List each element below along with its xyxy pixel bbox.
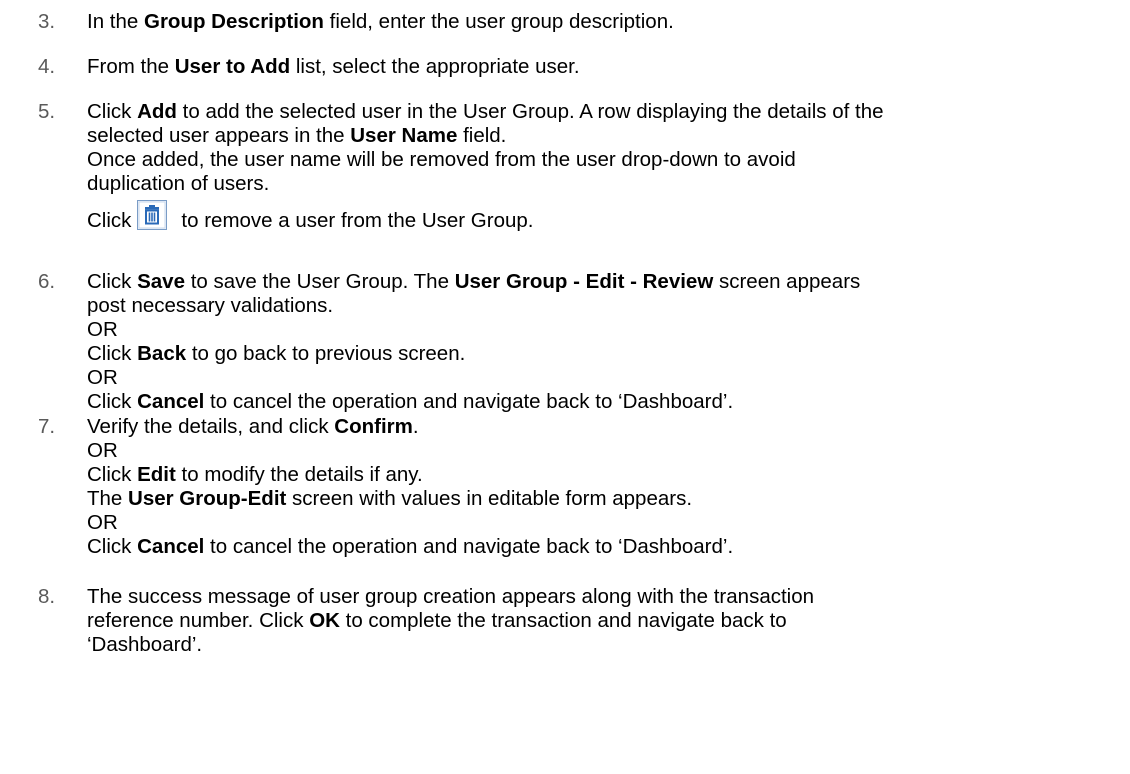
bold-term: User Group - Edit - Review: [454, 270, 714, 293]
text-run: In the: [87, 10, 144, 33]
step-text: Verify the details, and click Confirm. OR…: [87, 415, 1122, 559]
text-run: The: [87, 487, 129, 510]
step-text: Click Add to add the selected user in th…: [87, 100, 1122, 232]
step-text: From the User to Add list, select the ap…: [87, 55, 1122, 79]
text-run: Click: [87, 100, 138, 123]
step-line: OR: [87, 366, 1122, 390]
text-run: OR: [87, 366, 118, 389]
step-line: Once added, the user name will be remove…: [87, 148, 1122, 172]
trash-icon: [137, 200, 168, 230]
text-run: list, select the appropriate user.: [290, 55, 580, 78]
text-run: field, enter the user group description.: [323, 10, 674, 33]
bold-term: Confirm: [334, 415, 413, 438]
step-line: ‘Dashboard’.: [87, 633, 1122, 657]
text-run: selected user appears in the: [87, 124, 351, 147]
bold-term: Save: [137, 270, 185, 293]
bold-term: Cancel: [137, 390, 205, 413]
step-line: The success message of user group creati…: [87, 585, 1122, 609]
text-run: OR: [87, 439, 118, 462]
text-run: duplication of users.: [87, 172, 270, 195]
step-line: OR: [87, 318, 1122, 342]
bold-term: Add: [137, 100, 177, 123]
text-run: post necessary validations.: [87, 294, 334, 317]
bold-term: User Group-Edit: [128, 487, 287, 510]
bold-term: Cancel: [137, 535, 205, 558]
text-run: From the: [87, 55, 175, 78]
text-run: Click: [87, 270, 138, 293]
bold-term: User Name: [350, 124, 458, 147]
text-run: Click: [87, 342, 138, 365]
text-run: to modify the details if any.: [175, 463, 423, 486]
bold-term: OK: [309, 609, 340, 632]
text-run: screen with values in editable form appe…: [286, 487, 693, 510]
step-line: reference number. Click OK to complete t…: [87, 609, 1122, 633]
text-run: to complete the transaction and navigate…: [339, 609, 787, 632]
text-run: to save the User Group. The: [185, 270, 455, 293]
step-number: 7.: [38, 415, 56, 438]
step-text: Click Save to save the User Group. The U…: [87, 270, 1122, 414]
text-run: to remove a user from the User Group.: [181, 209, 534, 232]
text-run: The success message of user group creati…: [87, 585, 815, 608]
step-number: 8.: [38, 585, 56, 608]
text-run: Verify the details, and click: [87, 415, 335, 438]
step-line: From the User to Add list, select the ap…: [87, 55, 1122, 79]
text-run: Click: [87, 535, 138, 558]
step-line: Click Cancel to cancel the operation and…: [87, 390, 1122, 414]
text-run: Click: [87, 209, 132, 232]
step-text: In the Group Description field, enter th…: [87, 10, 1122, 34]
step-line: post necessary validations.: [87, 294, 1122, 318]
text-run: screen appears: [713, 270, 861, 293]
remove-user-instruction: Click to remove a user from the User Grou…: [87, 200, 1122, 232]
step-line: Click Edit to modify the details if any.: [87, 463, 1122, 487]
step-text: The success message of user group creati…: [87, 585, 1122, 657]
text-run: to cancel the operation and navigate bac…: [204, 535, 734, 558]
step-number: 3.: [38, 10, 56, 33]
text-run: OR: [87, 511, 118, 534]
text-run: to add the selected user in the User Gro…: [176, 100, 884, 123]
step-line: duplication of users.: [87, 172, 1122, 196]
step-line: Click Save to save the User Group. The U…: [87, 270, 1122, 294]
text-run: to go back to previous screen.: [186, 342, 466, 365]
bold-term: User to Add: [174, 55, 291, 78]
text-run: reference number. Click: [87, 609, 310, 632]
text-run: field.: [457, 124, 507, 147]
text-run: OR: [87, 318, 118, 341]
text-run: Once added, the user name will be remove…: [87, 148, 796, 171]
bold-term: Edit: [137, 463, 176, 486]
bold-term: Group Description: [144, 10, 324, 33]
text-run: to cancel the operation and navigate bac…: [204, 390, 734, 413]
step-line: The User Group-Edit screen with values i…: [87, 487, 1122, 511]
step-line: selected user appears in the User Name f…: [87, 124, 1122, 148]
step-line: Click Cancel to cancel the operation and…: [87, 535, 1122, 559]
step-number: 5.: [38, 100, 56, 123]
text-run: ‘Dashboard’.: [87, 633, 203, 656]
document-page: 3. In the Group Description field, enter …: [0, 0, 1130, 774]
text-run: Click: [87, 463, 138, 486]
step-line: OR: [87, 439, 1122, 463]
step-line: Click Back to go back to previous screen…: [87, 342, 1122, 366]
step-line: OR: [87, 511, 1122, 535]
step-line: In the Group Description field, enter th…: [87, 10, 1122, 34]
step-line: Click Add to add the selected user in th…: [87, 100, 1122, 124]
text-run: .: [412, 415, 419, 438]
step-number: 6.: [38, 270, 56, 293]
step-line: Verify the details, and click Confirm.: [87, 415, 1122, 439]
text-run: Click: [87, 390, 138, 413]
bold-term: Back: [137, 342, 187, 365]
step-number: 4.: [38, 55, 56, 78]
